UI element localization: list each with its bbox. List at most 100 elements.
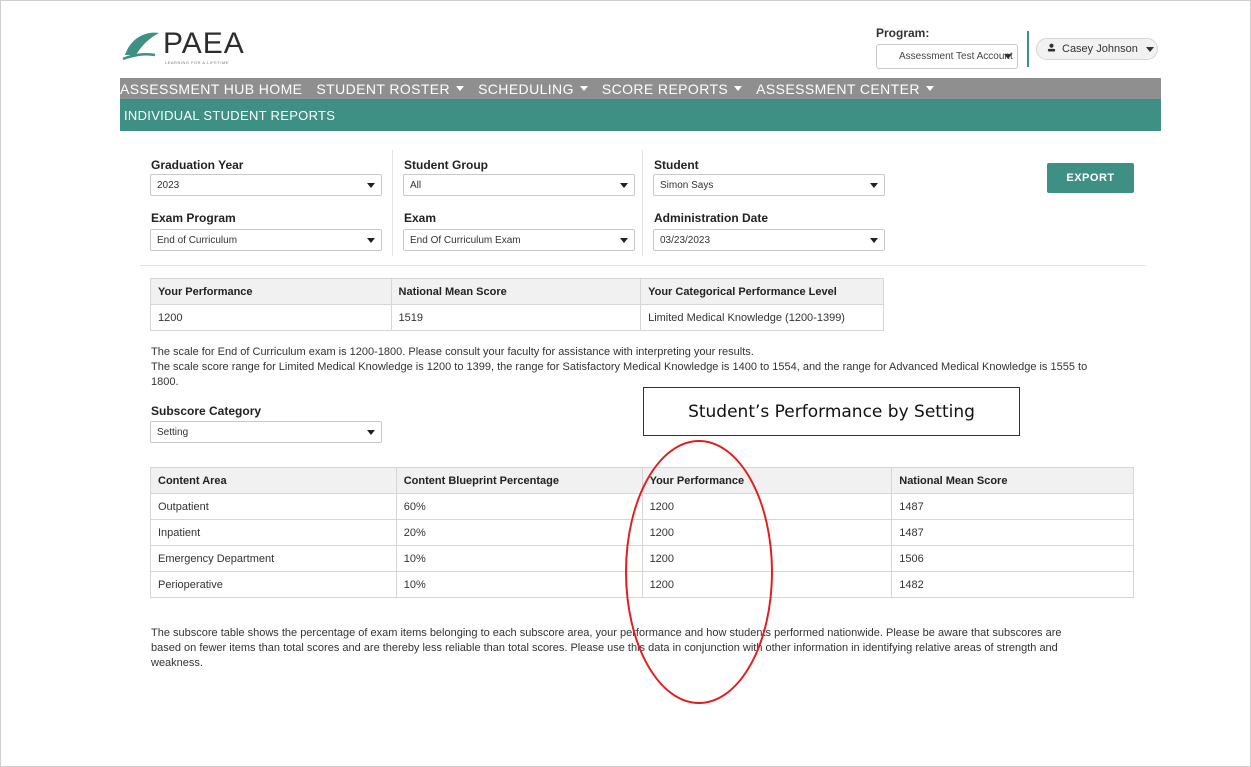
nav-item-student-roster[interactable]: STUDENT ROSTER <box>316 80 465 97</box>
page-title: INDIVIDUAL STUDENT REPORTS <box>124 108 336 123</box>
footnote-line: weakness. <box>151 657 203 669</box>
exam-select[interactable]: End Of Curriculum Exam <box>403 229 635 251</box>
chevron-down-icon <box>1145 46 1154 52</box>
subscore-category-label: Subscore Category <box>151 404 262 418</box>
national-mean-cell: 1482 <box>891 571 1134 598</box>
subscore-footnote: The subscore table shows the percentage … <box>151 626 1151 671</box>
administration-date-select[interactable]: 03/23/2023 <box>653 229 885 251</box>
paea-logo[interactable]: PAEA LEARNING FOR A LIFETIME <box>121 27 245 65</box>
your-performance-cell: 1200 <box>641 519 893 546</box>
subscore-table: Content Area Content Blueprint Percentag… <box>150 467 1134 598</box>
program-select-value: Assessment Test Account <box>899 51 1013 62</box>
chevron-down-icon <box>620 238 628 243</box>
section-divider <box>140 265 1146 266</box>
chevron-down-icon <box>870 238 878 243</box>
column-header: Your Performance <box>641 467 893 494</box>
column-header: National Mean Score <box>891 467 1134 494</box>
table-row: Emergency Department 10% 1200 1506 <box>150 545 1134 572</box>
student-group-value: All <box>410 180 422 191</box>
nav-item-assessment-center[interactable]: ASSESSMENT CENTER <box>756 81 934 97</box>
nav-item-label: ASSESSMENT CENTER <box>756 80 920 97</box>
chevron-down-icon <box>367 238 375 243</box>
nav-item-label: ASSESSMENT HUB HOME <box>120 80 303 97</box>
nav-item-label: SCORE REPORTS <box>601 80 729 97</box>
column-header: Your Categorical Performance Level <box>640 278 884 305</box>
user-name: Casey Johnson <box>1062 43 1138 55</box>
content-area-cell: Outpatient <box>150 493 397 520</box>
table-row: 1200 1519 Limited Medical Knowledge (120… <box>150 304 884 331</box>
student-group-select[interactable]: All <box>403 174 635 196</box>
table-row: Perioperative 10% 1200 1482 <box>150 571 1134 598</box>
footnote-line: The subscore table shows the percentage … <box>151 627 1062 639</box>
nav-item-scheduling[interactable]: SCHEDULING <box>478 81 588 97</box>
scale-explanation: The scale for End of Curriculum exam is … <box>151 345 1151 390</box>
page-title-bar: INDIVIDUAL STUDENT REPORTS <box>120 99 1161 131</box>
chevron-down-icon <box>620 183 628 188</box>
table-header-row: Your Performance National Mean Score You… <box>150 278 884 305</box>
student-label: Student <box>654 158 699 172</box>
performance-summary-table: Your Performance National Mean Score You… <box>150 278 884 331</box>
filter-divider <box>642 150 643 256</box>
national-mean-cell: 1487 <box>891 519 1134 546</box>
graduation-year-value: 2023 <box>157 180 180 191</box>
logo-tagline: LEARNING FOR A LIFETIME <box>165 60 229 65</box>
user-menu-button[interactable]: Casey Johnson <box>1036 38 1158 60</box>
content-area-cell: Emergency Department <box>150 545 397 572</box>
chevron-down-icon <box>734 86 743 91</box>
chevron-down-icon <box>870 183 878 188</box>
chevron-down-icon <box>579 86 588 91</box>
chevron-down-icon <box>925 86 934 91</box>
performance-level-cell: Limited Medical Knowledge (1200-1399) <box>640 304 884 331</box>
content-area-cell: Inpatient <box>150 519 397 546</box>
column-header: Your Performance <box>150 278 392 305</box>
exam-program-select[interactable]: End of Curriculum <box>150 229 382 251</box>
student-select[interactable]: Simon Says <box>653 174 885 196</box>
column-header: National Mean Score <box>390 278 642 305</box>
filter-divider <box>392 150 393 256</box>
person-icon <box>1047 43 1056 55</box>
main-nav: ASSESSMENT HUB HOME STUDENT ROSTER SCHED… <box>120 78 1161 99</box>
administration-date-value: 03/23/2023 <box>660 235 711 246</box>
table-row: Inpatient 20% 1200 1487 <box>150 519 1134 546</box>
exam-program-value: End of Curriculum <box>157 235 238 246</box>
student-group-label: Student Group <box>404 158 488 172</box>
national-mean-cell: 1519 <box>390 304 642 331</box>
your-performance-cell: 1200 <box>641 545 893 572</box>
table-header-row: Content Area Content Blueprint Percentag… <box>150 467 1134 494</box>
logo-text: PAEA <box>163 27 245 60</box>
content-area-cell: Perioperative <box>150 571 397 598</box>
chevron-down-icon <box>1004 54 1012 59</box>
annotation-text: Student’s Performance by Setting <box>688 401 975 422</box>
footnote-line: based on fewer items than total scores a… <box>151 642 1058 654</box>
administration-date-label: Administration Date <box>654 211 769 225</box>
nav-item-label: STUDENT ROSTER <box>316 80 451 97</box>
nav-item-score-reports[interactable]: SCORE REPORTS <box>601 80 743 97</box>
annotation-callout: Student’s Performance by Setting <box>643 387 1020 436</box>
scale-text-line: The scale for End of Curriculum exam is … <box>151 346 754 358</box>
export-button[interactable]: EXPORT <box>1047 163 1134 193</box>
graduation-year-label: Graduation Year <box>151 158 244 172</box>
graduation-year-select[interactable]: 2023 <box>150 174 382 196</box>
chevron-down-icon <box>367 430 375 435</box>
nav-item-assessment-hub-home[interactable]: ASSESSMENT HUB HOME <box>120 81 302 97</box>
column-header: Content Blueprint Percentage <box>395 467 643 494</box>
logo-mark-icon <box>121 29 161 61</box>
exam-label: Exam <box>404 211 437 225</box>
column-header: Content Area <box>150 467 397 494</box>
exam-program-label: Exam Program <box>151 211 236 225</box>
your-performance-cell: 1200 <box>641 493 893 520</box>
subscore-category-value: Setting <box>157 427 189 438</box>
subscore-category-select[interactable]: Setting <box>150 421 382 443</box>
national-mean-cell: 1506 <box>891 545 1134 572</box>
exam-value: End Of Curriculum Exam <box>410 235 521 246</box>
header-divider <box>1027 31 1029 67</box>
chevron-down-icon <box>456 86 465 91</box>
blueprint-percentage-cell: 10% <box>395 545 643 572</box>
chevron-down-icon <box>367 183 375 188</box>
your-performance-cell: 1200 <box>641 571 893 598</box>
student-value: Simon Says <box>660 180 714 191</box>
national-mean-cell: 1487 <box>891 493 1134 520</box>
your-performance-cell: 1200 <box>150 304 392 331</box>
program-select[interactable]: Assessment Test Account <box>876 44 1018 69</box>
blueprint-percentage-cell: 60% <box>395 493 643 520</box>
